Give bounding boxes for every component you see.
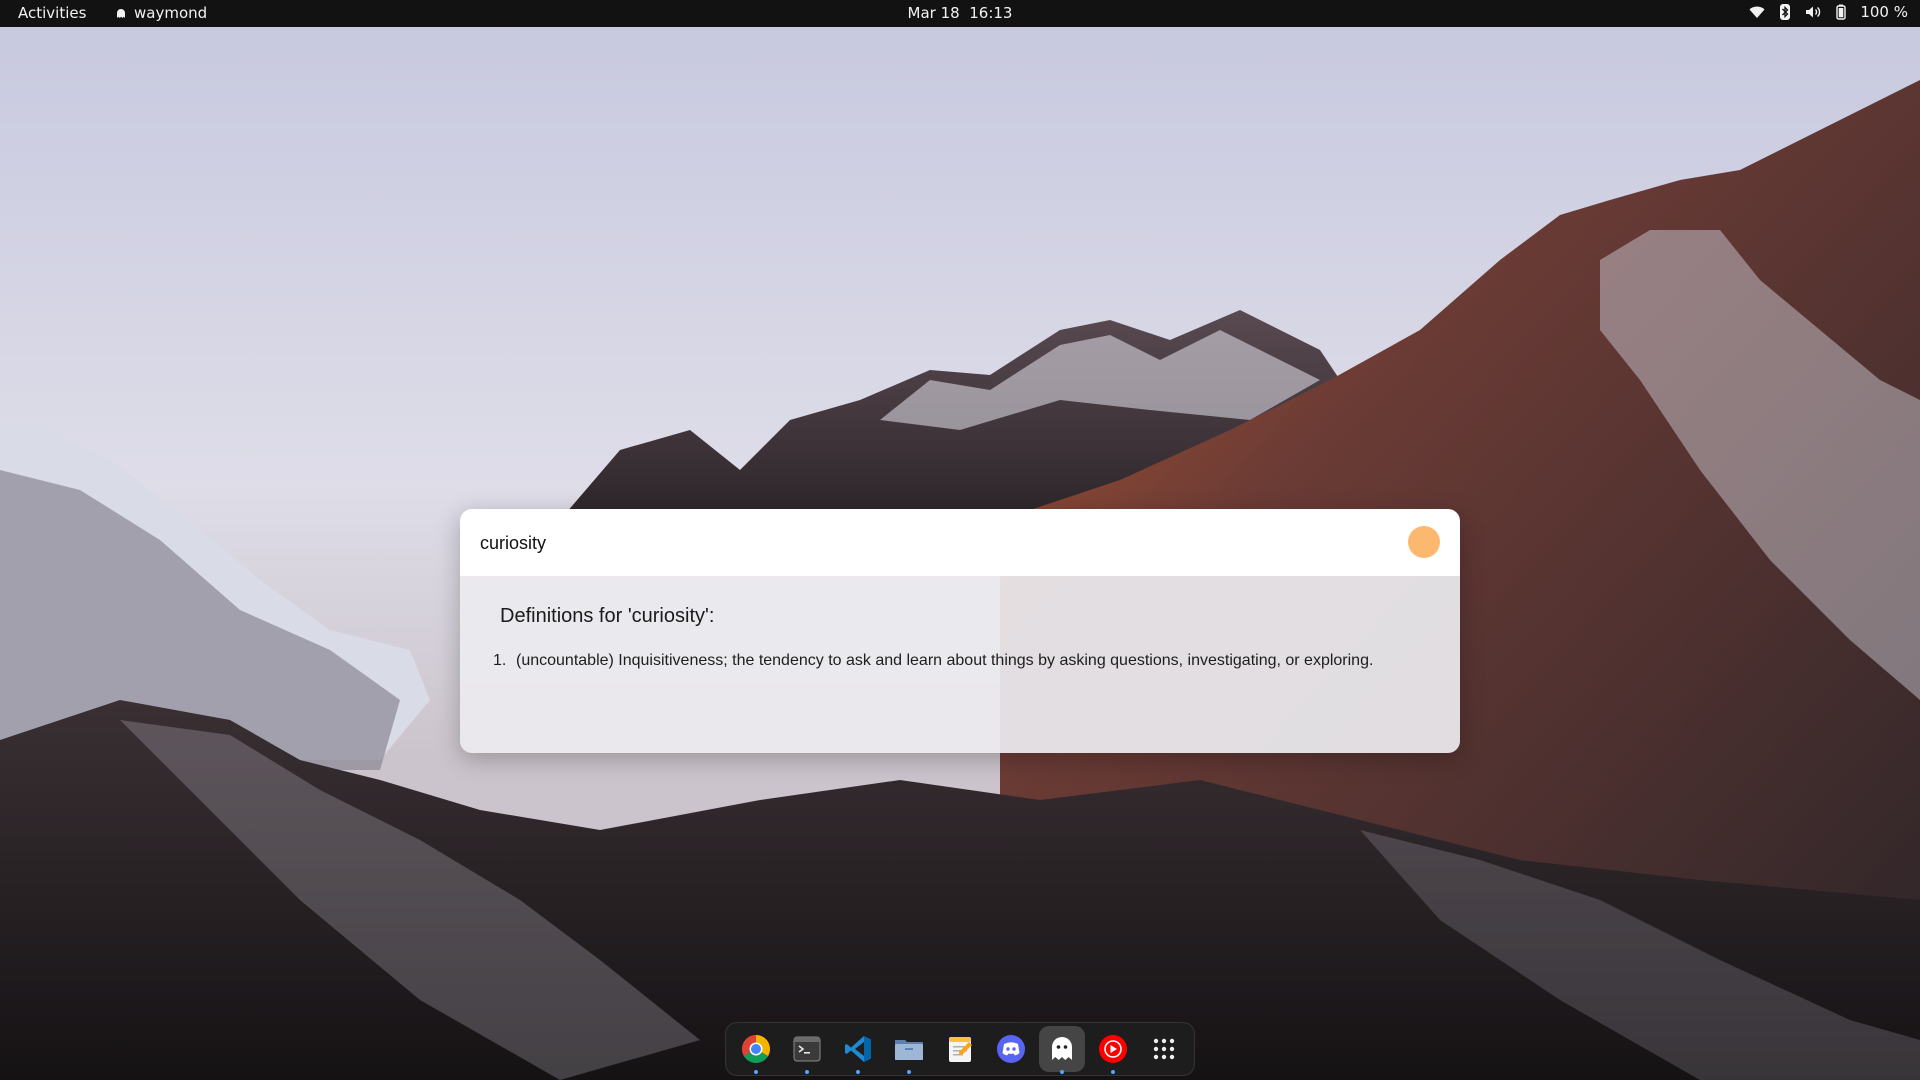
vscode-icon [844,1036,871,1062]
dock-item-vscode[interactable] [835,1026,881,1074]
search-input[interactable] [480,529,1360,557]
files-icon [894,1040,923,1060]
dock-item-files[interactable] [886,1026,932,1074]
bluetooth-icon [1780,4,1791,20]
running-indicator [906,1070,911,1074]
running-indicator [753,1070,758,1074]
query-bar [460,509,1460,576]
system-tray[interactable]: 100 % [1748,3,1908,21]
ghost-icon [117,8,125,18]
volume-icon [1806,6,1821,18]
youtube-music-icon [1099,1035,1128,1063]
battery-percent: 100 % [1860,3,1908,21]
clock: Mar 18 16:13 [0,4,1920,22]
date-label: Mar 18 [907,4,960,22]
dictionary-popup: Definitions for 'curiosity': 1. (uncount… [460,509,1460,753]
running-indicator [804,1070,809,1074]
running-indicator [1111,1070,1116,1074]
battery-icon [1836,4,1847,20]
chrome-icon [741,1035,770,1063]
terminal-icon [793,1036,821,1062]
definition-item: 1. (uncountable) Inquisitiveness; the te… [493,649,1393,673]
definition-text: (uncountable) Inquisitiveness; the tende… [516,652,1374,669]
dock-item-youtube-music[interactable] [1090,1026,1136,1074]
definition-list: 1. (uncountable) Inquisitiveness; the te… [493,649,1393,673]
wifi-icon [1749,6,1765,18]
status-indicator [1408,526,1440,558]
activities-button[interactable]: Activities [18,4,86,22]
dock-item-chrome[interactable] [733,1026,779,1074]
result-title: Definitions for 'curiosity': [500,605,715,627]
dock-item-app-grid[interactable] [1141,1026,1187,1072]
dock-item-terminal[interactable] [784,1026,830,1074]
app-grid-icon [1154,1038,1175,1060]
clock-button[interactable]: Mar 18 16:13 [908,4,1013,22]
desktop: Activities waymond Mar 18 16:13 100 % cu… [0,0,1920,1080]
top-bar: Activities waymond Mar 18 16:13 100 % [0,0,1920,27]
ghost-icon [1052,1037,1073,1060]
dock [725,1022,1195,1076]
running-indicator [855,1070,860,1074]
dock-item-waymond[interactable] [1039,1026,1086,1074]
text-editor-icon [948,1037,972,1062]
discord-icon [997,1035,1026,1063]
time-label: 16:13 [969,4,1013,22]
dock-item-text-editor[interactable] [937,1026,983,1072]
app-name: waymond [134,4,208,22]
app-menu[interactable]: waymond [116,4,207,22]
running-indicator [1060,1070,1065,1074]
dock-item-discord[interactable] [988,1026,1034,1072]
definition-number: 1. [493,652,507,669]
result-panel: Definitions for 'curiosity': 1. (uncount… [460,576,1460,753]
